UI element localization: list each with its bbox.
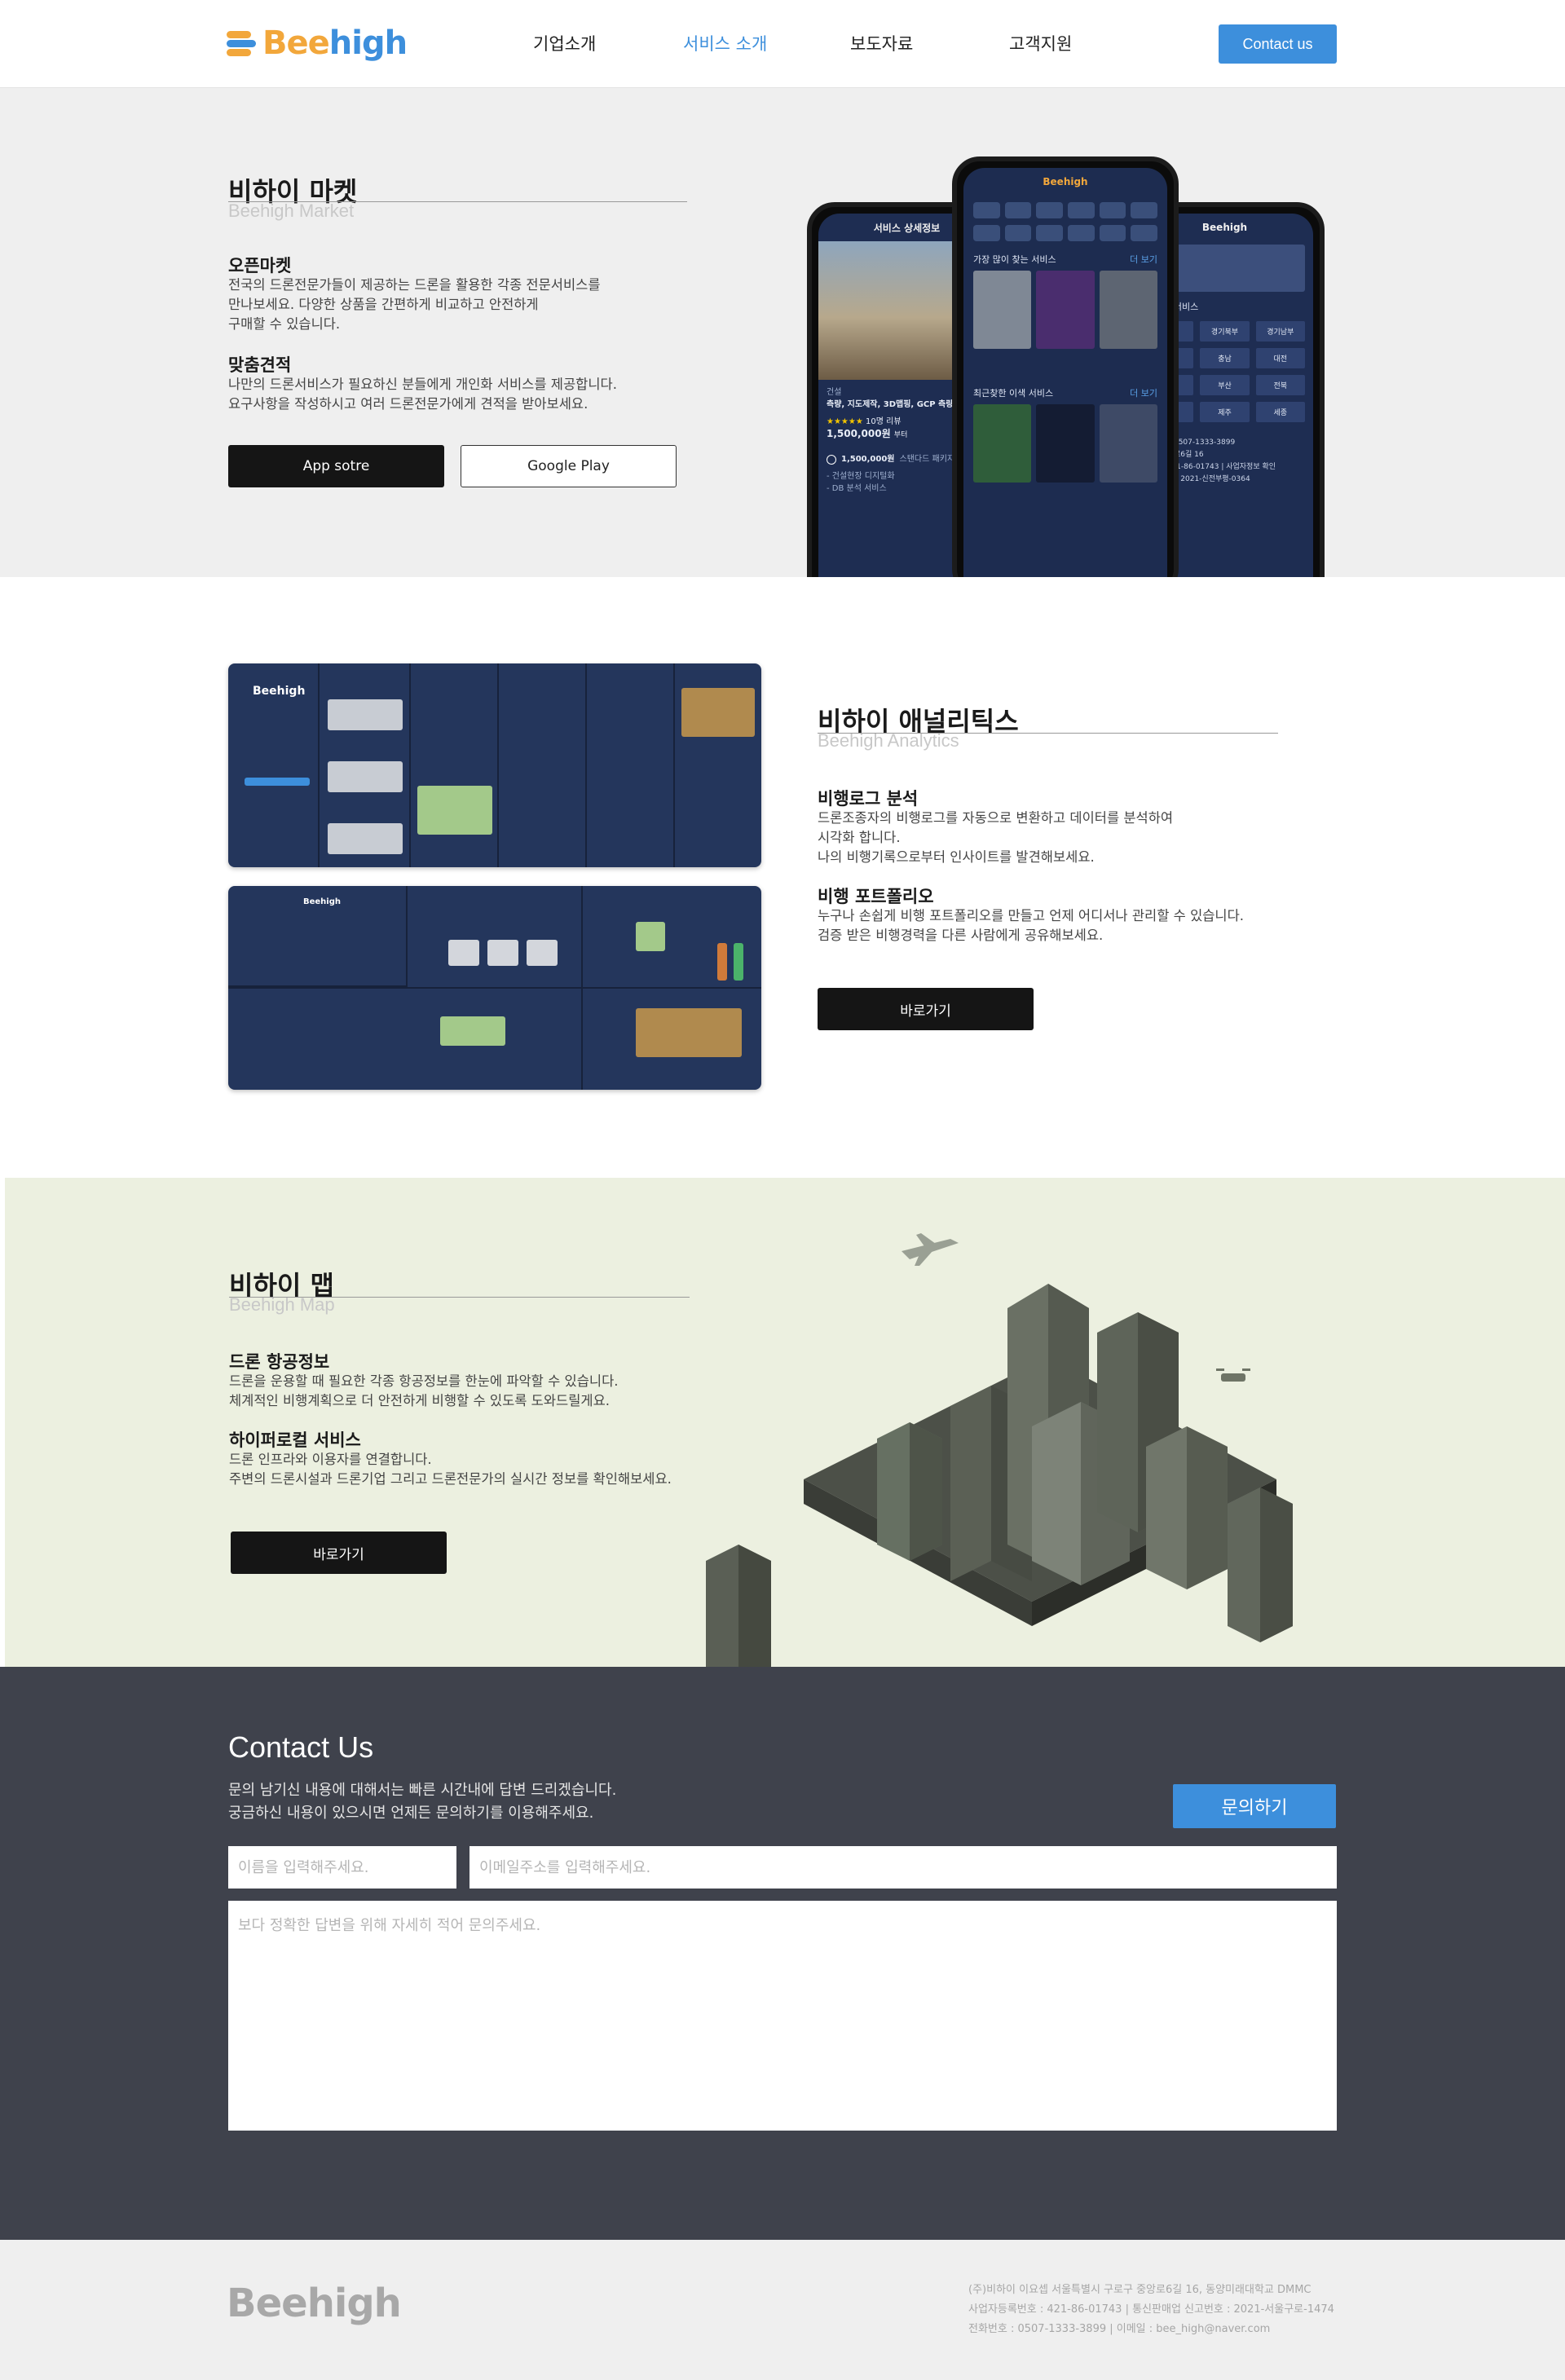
popular-section-title: 가장 많이 찾는 서비스 (973, 254, 1056, 265)
recent-section-title: 최근찾한 이색 서비스 (973, 388, 1054, 399)
feature-desc: 전국의 드론전문가들이 제공하는 드론을 활용한 각종 전문서비스를 만나보세요… (228, 277, 601, 332)
feature-title: 오픈마켓 (228, 256, 292, 275)
feature-title: 드론 항공정보 (229, 1352, 330, 1372)
contact-section: Contact Us 문의 남기신 내용에 대해서는 빠른 시간내에 답변 드리… (0, 1667, 1565, 2240)
nav-item-support[interactable]: 고객지원 (1009, 31, 1072, 55)
region-chip[interactable]: 제주 (1200, 402, 1250, 422)
app-brand: Beehigh (1043, 176, 1088, 187)
region-chip[interactable]: 충남 (1200, 348, 1250, 368)
feature-title: 하이퍼로컬 서비스 (229, 1430, 361, 1450)
region-chip[interactable]: 전북 (1255, 375, 1305, 395)
analytics-web-screens: Beehigh (228, 886, 761, 1090)
region-chip[interactable]: 부산 (1200, 375, 1250, 395)
more-link[interactable]: 더 보기 (1130, 386, 1157, 399)
map-section: 비하이 맵 Beehigh Map 드론 항공정보 드론을 운용할 때 필요한 … (5, 1178, 1565, 1667)
dash-brand: Beehigh (253, 685, 306, 698)
analytics-go-button[interactable]: 바로가기 (818, 988, 1034, 1030)
category-icons (963, 196, 1167, 248)
email-input[interactable] (470, 1846, 1337, 1889)
contact-us-button[interactable]: Contact us (1219, 24, 1337, 64)
popular-thumbnails (963, 271, 1167, 349)
analytics-title-divider (818, 733, 1278, 734)
brand-logo[interactable]: Beehigh (227, 24, 408, 62)
region-chip[interactable]: 세종 (1255, 402, 1305, 422)
contact-title: Contact Us (228, 1730, 374, 1764)
analytics-mobile-screens: Beehigh (228, 663, 761, 867)
feature-desc: 나만의 드론서비스가 필요하신 분들에게 개인화 서비스를 제공합니다. 요구사… (228, 377, 617, 412)
footer-company-info: (주)비하이 이요셉 서울특별시 구로구 중앙로6길 16, 동양미래대학교 D… (968, 2284, 1334, 2335)
radio-icon[interactable] (827, 454, 836, 465)
feature-desc: 드론조종자의 비행로그를 자동으로 변환하고 데이터를 분석하여 시각화 합니다… (818, 810, 1174, 865)
map-go-button[interactable]: 바로가기 (231, 1532, 447, 1574)
recent-thumbnails (963, 404, 1167, 483)
google-play-button[interactable]: Google Play (461, 445, 677, 487)
feature-title: 비행 포트폴리오 (818, 887, 934, 906)
region-chip[interactable]: 대전 (1255, 348, 1305, 368)
phone-mockup-center: Beehigh 가장 많이 찾는 서비스 더 보기 최근찾한 이색 서비스 더 … (952, 156, 1179, 577)
market-subtitle: Beehigh Market (228, 201, 355, 221)
price: 1,500,000원 (827, 428, 891, 439)
nav-item-company[interactable]: 기업소개 (533, 31, 596, 55)
nav-item-services[interactable]: 서비스 소개 (683, 31, 767, 55)
feature-desc: 누구나 손쉽게 비행 포트폴리오를 만들고 언제 어디서나 관리할 수 있습니다… (818, 908, 1245, 943)
drone-icon (1216, 1368, 1250, 1382)
airplane-icon (902, 1233, 959, 1266)
nav-item-press[interactable]: 보도자료 (850, 31, 913, 55)
footer-logo[interactable]: Beehigh (227, 2281, 402, 2326)
contact-desc: 문의 남기신 내용에 대해서는 빠른 시간내에 답변 드리겠습니다. 궁금하신 … (228, 1782, 617, 1822)
more-link[interactable]: 더 보기 (1130, 253, 1157, 266)
region-chip[interactable]: 경기남부 (1255, 321, 1305, 342)
feature-desc: 드론을 운용할 때 필요한 각종 항공정보를 한눈에 파악할 수 있습니다. 체… (229, 1373, 619, 1408)
market-title-divider (228, 201, 687, 202)
city-illustration (706, 1233, 1293, 1667)
name-input[interactable] (228, 1846, 456, 1889)
region-chip[interactable]: 경기북부 (1200, 321, 1250, 342)
feature-title: 비행로그 분석 (818, 789, 919, 809)
app-store-button[interactable]: App sotre (228, 445, 444, 487)
site-footer: Beehigh (주)비하이 이요셉 서울특별시 구로구 중앙로6길 16, 동… (0, 2240, 1565, 2380)
map-title-divider (229, 1297, 690, 1298)
feature-title: 맞춤견적 (228, 355, 292, 375)
feature-desc: 드론 인프라와 이용자를 연결합니다. 주변의 드론시설과 드론기업 그리고 드… (229, 1452, 672, 1487)
message-textarea[interactable] (228, 1901, 1337, 2131)
inquiry-button[interactable]: 문의하기 (1173, 1784, 1336, 1828)
market-section: 비하이 마켓 Beehigh Market 오픈마켓 전국의 드론전문가들이 제… (0, 88, 1565, 577)
rating-stars: ★★★★★ (827, 417, 863, 426)
bee-logo-icon (227, 29, 256, 58)
site-header: Beehigh 기업소개 서비스 소개 보도자료 고객지원 Contact us (0, 0, 1565, 88)
